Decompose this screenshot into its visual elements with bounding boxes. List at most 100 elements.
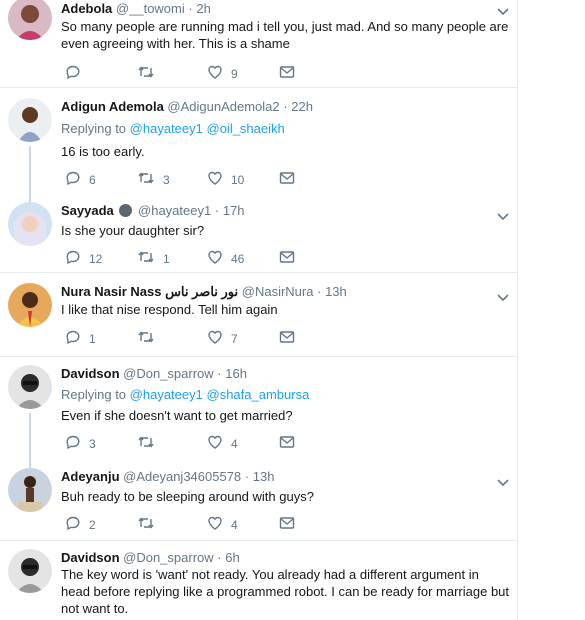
display-name[interactable]: Adeyanju [61, 469, 120, 484]
retweet-button[interactable]: 1 [137, 249, 170, 268]
reply-count: 12 [89, 251, 103, 266]
like-icon [207, 434, 223, 453]
like-icon [207, 170, 223, 189]
display-name[interactable]: Davidson [61, 550, 120, 565]
avatar[interactable] [8, 549, 52, 593]
avatar[interactable] [8, 98, 52, 142]
timestamp[interactable]: 13h [325, 284, 347, 299]
username[interactable]: @Don_sparrow [123, 550, 214, 565]
username[interactable]: @hayateey1 [138, 203, 211, 218]
like-button[interactable]: 9 [207, 64, 238, 83]
dm-button[interactable] [279, 64, 295, 83]
reply-button[interactable]: 1 [65, 329, 96, 348]
username[interactable]: @Adeyanj34605578 [123, 469, 241, 484]
retweet-icon [137, 64, 155, 83]
retweet-button[interactable] [137, 329, 155, 348]
timestamp[interactable]: 6h [225, 550, 239, 565]
tweet-3[interactable]: Nura Nasir Nass نور ناصر ناس @NasirNura … [0, 273, 517, 356]
display-name[interactable]: Adigun Ademola [61, 99, 164, 114]
retweet-count: 3 [163, 172, 170, 187]
tweet-text: So many people are running mad i tell yo… [61, 19, 509, 51]
avatar[interactable] [8, 365, 52, 409]
username[interactable]: @AdigunAdemola2 [167, 99, 279, 114]
dm-button[interactable] [279, 170, 295, 189]
reply-count: 3 [89, 436, 96, 451]
like-button[interactable]: 10 [207, 170, 244, 189]
reply-button[interactable]: 12 [65, 249, 102, 268]
tweet-header: Adeyanju @Adeyanj34605578 · 13h [61, 468, 274, 485]
tweet-header: Davidson @Don_sparrow · 16h [61, 365, 247, 382]
mention-link[interactable]: @oil_shaeikh [207, 121, 285, 136]
thread-connector [29, 146, 31, 192]
tweet-text: I like that nise respond. Tell him again [61, 302, 278, 317]
mention-link[interactable]: @hayateey1 [130, 387, 203, 402]
tweet-2[interactable]: Sayyada @hayateey1 · 17h Is she your dau… [0, 192, 517, 272]
tweet-1[interactable]: Adigun Ademola @AdigunAdemola2 · 22h Rep… [0, 88, 517, 192]
tweet-header: Nura Nasir Nass نور ناصر ناس @NasirNura … [61, 283, 347, 300]
mention-link[interactable]: @hayateey1 [130, 121, 203, 136]
timestamp[interactable]: 13h [253, 469, 275, 484]
dm-button[interactable] [279, 329, 295, 348]
replying-prefix: Replying to [61, 387, 127, 402]
display-name[interactable]: Sayyada [61, 203, 114, 218]
reply-button[interactable]: 6 [65, 170, 96, 189]
like-count: 4 [231, 517, 238, 532]
reply-count: 6 [89, 172, 96, 187]
avatar[interactable] [8, 468, 52, 512]
tweet-5[interactable]: Adeyanju @Adeyanj34605578 · 13h Buh read… [0, 460, 517, 540]
tweet-text: Buh ready to be sleeping around with guy… [61, 489, 314, 504]
emoji-icon [119, 204, 133, 217]
avatar[interactable] [8, 0, 52, 40]
thread-connector [29, 413, 31, 460]
like-count: 46 [231, 251, 245, 266]
timestamp[interactable]: 16h [225, 366, 247, 381]
retweet-button[interactable]: 3 [137, 170, 170, 189]
like-count: 7 [231, 331, 238, 346]
retweet-icon [137, 515, 155, 534]
tweet-text: The key word is 'want' not ready. You al… [61, 567, 510, 616]
retweet-button[interactable] [137, 515, 155, 534]
dm-icon [279, 170, 295, 189]
separator: · [244, 469, 250, 484]
avatar[interactable] [8, 283, 52, 327]
display-name[interactable]: Davidson [61, 366, 120, 381]
reply-icon [65, 434, 81, 453]
username[interactable]: @NasirNura [242, 284, 314, 299]
username[interactable]: @__towomi [116, 1, 185, 16]
like-button[interactable]: 7 [207, 329, 238, 348]
like-button[interactable]: 4 [207, 434, 238, 453]
dm-button[interactable] [279, 515, 295, 534]
tweet-actions: 12 1 46 [61, 249, 311, 267]
reply-icon [65, 64, 81, 83]
like-button[interactable]: 4 [207, 515, 238, 534]
reply-button[interactable] [65, 64, 81, 83]
username[interactable]: @Don_sparrow [123, 366, 214, 381]
like-button[interactable]: 46 [207, 249, 244, 268]
dm-button[interactable] [279, 249, 295, 268]
mention-link[interactable]: @shafa_ambursa [207, 387, 310, 402]
avatar[interactable] [8, 202, 52, 246]
tweet-6[interactable]: Davidson @Don_sparrow · 6h The key word … [0, 541, 517, 620]
tweet-header: Sayyada @hayateey1 · 17h [61, 202, 245, 219]
like-count: 10 [231, 172, 245, 187]
tweet-actions: 1 7 [61, 329, 311, 347]
reply-icon [65, 329, 81, 348]
reply-button[interactable]: 2 [65, 515, 96, 534]
timestamp[interactable]: 2h [196, 1, 210, 16]
timestamp[interactable]: 17h [223, 203, 245, 218]
retweet-button[interactable] [137, 434, 155, 453]
timestamp[interactable]: 22h [291, 99, 313, 114]
display-name[interactable]: Adebola [61, 1, 112, 16]
tweet-0[interactable]: Adebola @__towomi · 2h So many people ar… [0, 0, 517, 86]
retweet-button[interactable] [137, 64, 155, 83]
display-name[interactable]: Nura Nasir Nass نور ناصر ناس [61, 284, 238, 299]
dm-icon [279, 434, 295, 453]
dm-button[interactable] [279, 434, 295, 453]
separator: · [188, 1, 193, 16]
tweet-4[interactable]: Davidson @Don_sparrow · 16h Replying to … [0, 357, 517, 460]
dm-icon [279, 515, 295, 534]
reply-button[interactable]: 3 [65, 434, 96, 453]
thread-connector [29, 460, 31, 468]
separator: · [214, 203, 220, 218]
reply-count: 1 [89, 331, 96, 346]
